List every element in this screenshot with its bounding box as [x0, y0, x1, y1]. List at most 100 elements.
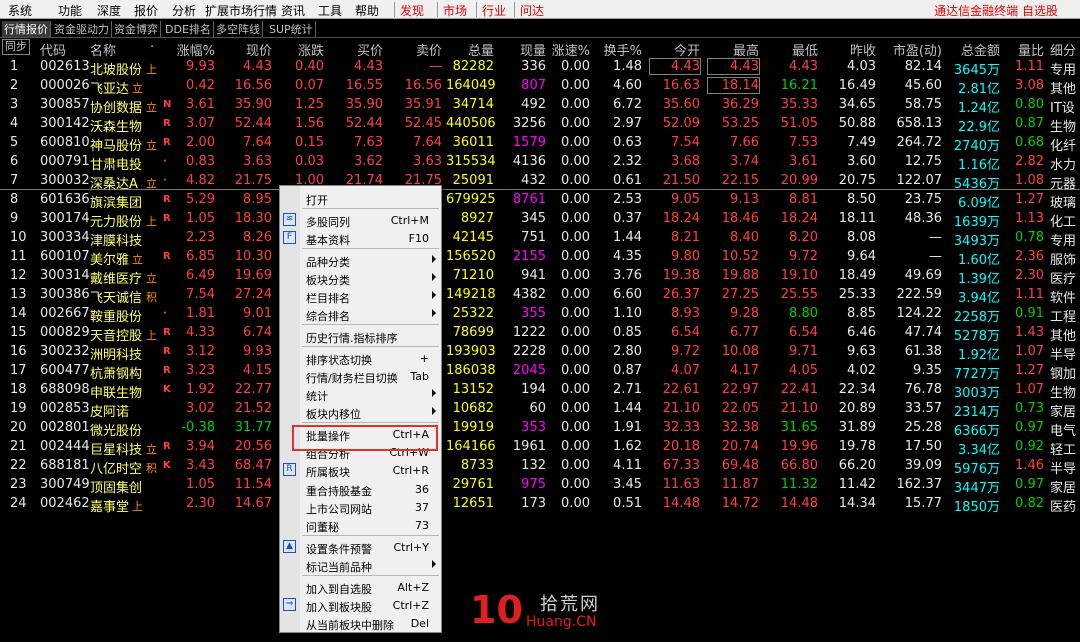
menu-item-8[interactable]: 帮助	[355, 2, 379, 19]
menu-item-3[interactable]: 报价	[134, 2, 158, 19]
menu-item-icon: R	[283, 463, 296, 477]
cell-bid: 16.55	[345, 78, 383, 93]
cell-chg: 1.25	[295, 97, 324, 112]
menu-item-7[interactable]: 工具	[318, 2, 342, 19]
context-menu-item[interactable]: 品种分类	[280, 251, 441, 269]
menu-item-label: 从板块中删除	[306, 635, 372, 642]
context-menu-item[interactable]: F 基本资料 F10	[280, 229, 441, 247]
table-row[interactable]: 19 002853 皮阿诺 3.02 21.52 10682 60 0.00 1.44 21.10…	[0, 399, 1080, 420]
table-row[interactable]: 5 600810 神马股份立 R 2.00 7.64 0.15 7.63 7.64 36011 15…	[0, 133, 1080, 154]
tab-4[interactable]: 多空阵线	[214, 21, 263, 37]
menu-item-shortcut: 36	[415, 482, 429, 496]
table-row[interactable]: 15 000829 天音控股上 R 4.33 6.74 78699 1222 0.00 0.85 6…	[0, 323, 1080, 344]
menu-item-0[interactable]: 系统	[8, 2, 32, 19]
cell-price: 7.64	[243, 135, 272, 150]
table-row[interactable]: 24 002462 嘉事堂上 2.30 14.67 12651 173 0.00 0.51 14.…	[0, 494, 1080, 515]
cell-cur: 492	[521, 97, 546, 112]
menu-item-4[interactable]: 分析	[172, 2, 196, 19]
table-row[interactable]: 7 300032 深桑达A 立 · 4.82 21.75 1.00 21.74 21.75 2509…	[0, 171, 1080, 192]
cell-vol: 78699	[452, 325, 494, 340]
context-menu-item[interactable]: 上市公司网站 37	[280, 498, 441, 516]
table-row[interactable]: 11 600107 美尔雅立 R 6.85 10.30 156520 2155 0.00 4.35…	[0, 247, 1080, 268]
context-menu-item[interactable]: 打开	[280, 189, 441, 207]
context-menu-item[interactable]: 行情/财务栏目切换 Tab	[280, 367, 441, 385]
cell-price: 6.74	[243, 325, 272, 340]
context-menu-item[interactable]: 重合持股基金 36	[280, 480, 441, 498]
table-row[interactable]: 1 002613 北玻股份上 9.93 4.43 0.40 4.43—82282 336 0.0…	[0, 57, 1080, 78]
table-row[interactable]: 2 000026 飞亚达立 0.42 16.56 0.07 16.55 16.56 164049…	[0, 76, 1080, 97]
context-menu-item[interactable]: 问董秘 73	[280, 516, 441, 534]
stock-name[interactable]: 嘉事堂	[90, 496, 129, 515]
table-row[interactable]: 12 300314 戴维医疗立 6.49 19.69 71210 941 0.00 3.76 19…	[0, 266, 1080, 287]
table-row[interactable]: 13 300386 飞天诚信积 7.54 27.24 149218 4382 0.00 6.60…	[0, 285, 1080, 306]
column-header-dot[interactable]: ·	[150, 40, 154, 55]
cell-pe: 25.28	[904, 420, 942, 435]
context-menu-item[interactable]: 从板块中删除 Alt+D	[280, 632, 441, 642]
cell-open: 18.24	[662, 211, 700, 226]
context-menu-item[interactable]: 统计	[280, 385, 441, 403]
cell-cur: 751	[521, 230, 546, 245]
tab-0[interactable]: 行情报价	[2, 21, 51, 37]
cell-low: 18.24	[780, 211, 818, 226]
cell-low: 11.32	[780, 477, 818, 492]
tab-3[interactable]: DDE排名	[163, 21, 214, 37]
menu-item-label: 历史行情.指标排序	[306, 331, 398, 345]
context-menu-item[interactable]: 标记当前品种	[280, 556, 441, 574]
table-row[interactable]: 21 002444 巨星科技立 R 3.94 20.56 164166 1961 0.00 1.6…	[0, 437, 1080, 458]
cell-prev: 16.49	[838, 78, 876, 93]
context-menu-item[interactable]: ▲ 设置条件预警 Ctrl+Y	[280, 538, 441, 556]
menu-item-6[interactable]: 资讯	[281, 2, 305, 19]
table-row[interactable]: 16 300232 洲明科技 R 3.12 9.93 193903 2228 0.00 2.80 9…	[0, 342, 1080, 363]
context-menu-item[interactable]: ≋ 多股同列 Ctrl+M	[280, 211, 441, 229]
watermark-url: Huang.CN	[526, 614, 597, 630]
table-row[interactable]: 6 000791 甘肃电投 · 0.83 3.63 0.03 3.62 3.63 315534 41…	[0, 152, 1080, 173]
menu-item-1[interactable]: 功能	[58, 2, 82, 19]
table-row[interactable]: 20 002801 微光股份 -0.38 31.77 19919 353 0.00 1.91 32…	[0, 418, 1080, 439]
tab-2[interactable]: 资金博弈	[112, 21, 161, 37]
table-row[interactable]: 10 300334 津膜科技 2.23 8.26 42145 751 0.00 1.44 8.21…	[0, 228, 1080, 249]
table-row[interactable]: 9 300174 元力股份上 R 1.05 18.30 8927 345 0.00 0.37 18.…	[0, 209, 1080, 230]
context-menu-item[interactable]: ⇒ 加入到板块股 Ctrl+Z	[280, 596, 441, 614]
menu-item-label: 上市公司网站	[306, 502, 372, 516]
cell-code: 600477	[40, 363, 90, 378]
tab-1[interactable]: 资金驱动力	[52, 21, 112, 37]
cell-vr: 1.11	[1015, 59, 1044, 74]
cell-open: 67.33	[662, 458, 700, 473]
table-row[interactable]: 4 300142 沃森生物 R 3.07 52.44 1.56 52.44 52.45 44050…	[0, 114, 1080, 135]
menu-item-red-2[interactable]: 行业	[482, 2, 506, 19]
menu-divider	[302, 575, 439, 576]
context-menu-item[interactable]: 历史行情.指标排序	[280, 327, 441, 345]
cell-turn: 6.72	[613, 97, 642, 112]
context-menu-item[interactable]: 排序状态切换 +	[280, 349, 441, 367]
table-row[interactable]: 18 688098 申联生物 K 1.92 22.77 13152 194 0.00 2.71 22…	[0, 380, 1080, 401]
row-number: 14	[10, 306, 27, 321]
menu-separator	[394, 2, 395, 17]
table-row[interactable]: 8 601636 旗滨集团 R 5.29 8.95 679925 8761 0.00 2.53 9.…	[0, 190, 1080, 211]
cell-high: 53.25	[721, 116, 759, 131]
menu-item-red-0[interactable]: 发现	[400, 2, 424, 19]
menu-item-5[interactable]: 扩展市场行情	[205, 2, 277, 19]
context-menu-item[interactable]: 从当前板块中删除 Del	[280, 614, 441, 632]
menu-item-shortcut: Ctrl+Z	[392, 598, 429, 612]
context-menu-item[interactable]: 板块分类	[280, 269, 441, 287]
cell-open: 21.50	[662, 173, 700, 188]
context-menu-item[interactable]: 综合排名	[280, 305, 441, 323]
menu-item-red-1[interactable]: 市场	[443, 2, 467, 19]
tab-5[interactable]: SUP统计	[267, 21, 316, 37]
menu-item-red-3[interactable]: 问达	[520, 2, 544, 19]
table-row[interactable]: 14 002667 鞍重股份 · 1.81 9.01 25322 355 0.00 1.10 8.9…	[0, 304, 1080, 325]
table-row[interactable]: 22 688181 八亿时空积 K 3.43 68.47 8733 132 0.00 4.11 67…	[0, 456, 1080, 477]
cell-open: 20.18	[662, 439, 700, 454]
table-row[interactable]: 23 300749 顶固集创 1.05 11.54 29761 975 0.00 3.45 11.…	[0, 475, 1080, 496]
cell-code: 000026	[40, 78, 90, 93]
menu-item-label: 排序状态切换	[306, 353, 372, 367]
table-row[interactable]: 17 600477 杭萧钢构 R 3.23 4.15 186038 2045 0.00 0.87 4…	[0, 361, 1080, 382]
context-menu-item[interactable]: 板块内移位	[280, 403, 441, 421]
context-menu-item[interactable]: 加入到自选股 Alt+Z	[280, 578, 441, 596]
menu-item-2[interactable]: 深度	[97, 2, 121, 19]
row-number: 1	[10, 59, 19, 74]
context-menu-item[interactable]: R 所属板块 Ctrl+R	[280, 461, 441, 479]
table-row[interactable]: 3 300857 协创数据立 N 3.61 35.90 1.25 35.90 35.91 3471…	[0, 95, 1080, 116]
context-menu-item[interactable]: 栏目排名	[280, 287, 441, 305]
menu-bar: 系统 功能 深度 报价 分析 扩展市场行情 资讯 工具 帮助 发现 市场 行业 问达 通达信金融终端 自选…	[0, 0, 1080, 19]
